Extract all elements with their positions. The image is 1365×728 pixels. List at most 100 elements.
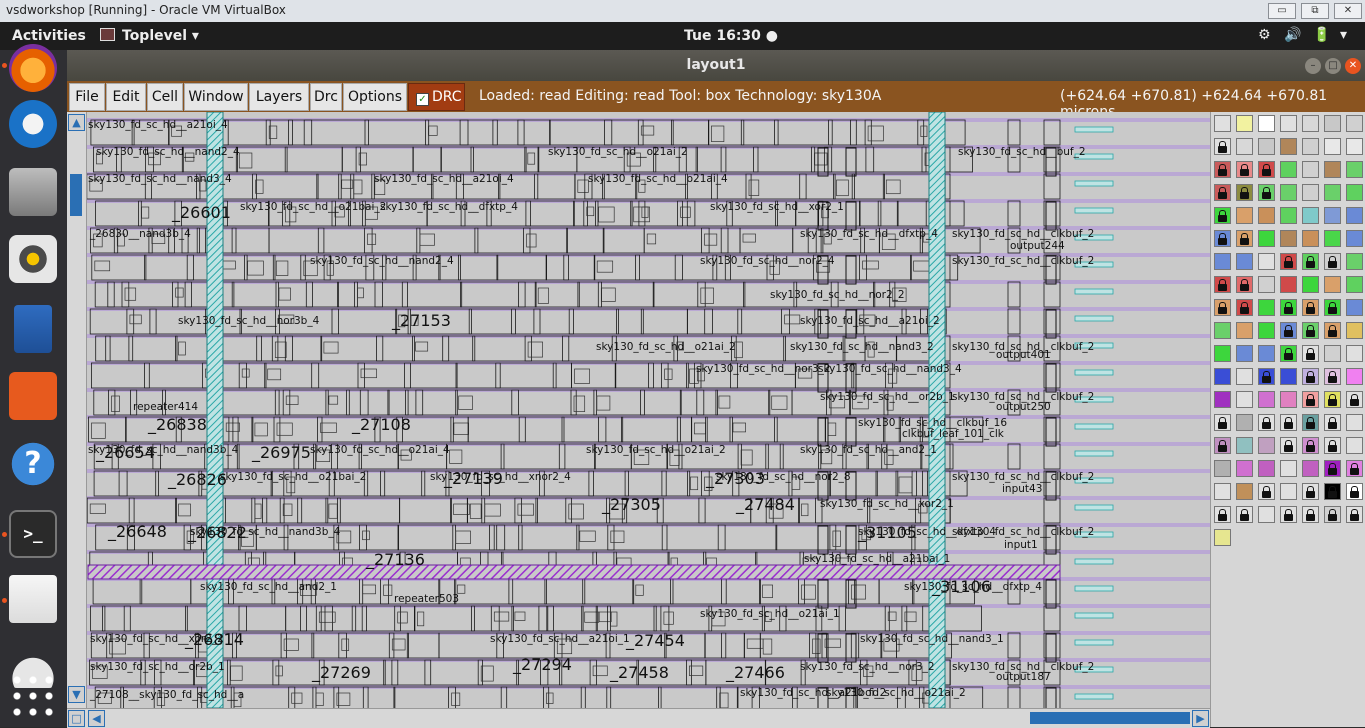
- layer-swatch-locked[interactable]: [1302, 345, 1319, 362]
- layer-swatch-locked[interactable]: [1214, 276, 1231, 293]
- layer-swatch-locked[interactable]: [1280, 506, 1297, 523]
- layer-swatch[interactable]: [1324, 161, 1341, 178]
- layer-swatch[interactable]: [1280, 230, 1297, 247]
- writer-icon[interactable]: [14, 305, 52, 353]
- layer-swatch[interactable]: [1214, 345, 1231, 362]
- layer-swatch-locked[interactable]: [1236, 184, 1253, 201]
- layer-swatch-locked[interactable]: [1302, 299, 1319, 316]
- layer-swatch[interactable]: [1280, 207, 1297, 224]
- layer-swatch[interactable]: [1324, 276, 1341, 293]
- layer-swatch[interactable]: [1346, 299, 1363, 316]
- layer-swatch[interactable]: [1346, 322, 1363, 339]
- layer-swatch[interactable]: [1324, 207, 1341, 224]
- layer-swatch[interactable]: [1214, 368, 1231, 385]
- layer-swatch[interactable]: [1324, 230, 1341, 247]
- thunderbird-icon[interactable]: [9, 100, 57, 148]
- layer-swatch-locked[interactable]: [1236, 161, 1253, 178]
- horizontal-scrollbar[interactable]: □ ◀ ▶: [67, 708, 1210, 728]
- system-menu-arrow-icon[interactable]: ▾: [1340, 27, 1347, 43]
- layer-swatch-locked[interactable]: [1214, 230, 1231, 247]
- horizontal-scroll-thumb[interactable]: [1030, 712, 1190, 724]
- help-icon[interactable]: ?: [9, 440, 57, 488]
- layer-swatch-locked[interactable]: [1302, 483, 1319, 500]
- layer-swatch[interactable]: [1236, 483, 1253, 500]
- layer-swatch-locked[interactable]: [1302, 253, 1319, 270]
- layer-swatch[interactable]: [1258, 506, 1275, 523]
- layer-swatch-locked[interactable]: [1346, 460, 1363, 477]
- layer-swatch[interactable]: [1302, 184, 1319, 201]
- layer-swatch-locked[interactable]: [1280, 345, 1297, 362]
- layer-swatch-locked[interactable]: [1258, 161, 1275, 178]
- battery-icon[interactable]: 🔋: [1313, 27, 1330, 43]
- layer-swatch-locked[interactable]: [1214, 207, 1231, 224]
- layer-swatch[interactable]: [1258, 437, 1275, 454]
- layer-swatch-locked[interactable]: [1324, 506, 1341, 523]
- layer-swatch[interactable]: [1346, 276, 1363, 293]
- files-icon[interactable]: [9, 168, 57, 216]
- layer-swatch[interactable]: [1346, 253, 1363, 270]
- layer-swatch[interactable]: [1346, 345, 1363, 362]
- layer-swatch[interactable]: [1214, 529, 1231, 546]
- layout-drawing[interactable]: sky130_fd_sc_hd__a21oi_4 sky130_fd_sc_hd_…: [67, 112, 1210, 708]
- layer-swatch-locked[interactable]: [1346, 506, 1363, 523]
- layer-swatch-locked[interactable]: [1280, 253, 1297, 270]
- layer-swatch-locked[interactable]: [1324, 460, 1341, 477]
- layer-swatch[interactable]: [1302, 161, 1319, 178]
- layer-swatch-locked[interactable]: [1324, 368, 1341, 385]
- layer-swatch-locked[interactable]: [1302, 368, 1319, 385]
- layer-swatch-locked[interactable]: [1324, 414, 1341, 431]
- layer-swatch-locked[interactable]: [1258, 368, 1275, 385]
- host-restore-button[interactable]: ⧉: [1301, 3, 1329, 19]
- menu-file[interactable]: File: [69, 83, 105, 111]
- layer-swatch-locked[interactable]: [1214, 161, 1231, 178]
- layer-swatch[interactable]: [1346, 138, 1363, 155]
- layer-swatch-locked[interactable]: [1214, 184, 1231, 201]
- layer-swatch[interactable]: [1236, 138, 1253, 155]
- window-close-button[interactable]: ✕: [1345, 58, 1361, 74]
- layer-swatch-locked[interactable]: [1280, 322, 1297, 339]
- layer-swatch[interactable]: [1346, 161, 1363, 178]
- layer-swatch[interactable]: [1302, 138, 1319, 155]
- layer-swatch[interactable]: [1236, 391, 1253, 408]
- layer-swatch-locked[interactable]: [1302, 391, 1319, 408]
- vertical-scrollbar[interactable]: ▲ ▼: [67, 112, 87, 708]
- layer-swatch[interactable]: [1302, 460, 1319, 477]
- layer-swatch[interactable]: [1214, 322, 1231, 339]
- layer-swatch-locked[interactable]: [1214, 437, 1231, 454]
- layer-swatch[interactable]: [1280, 460, 1297, 477]
- layer-swatch[interactable]: [1236, 322, 1253, 339]
- layer-swatch[interactable]: [1280, 276, 1297, 293]
- layer-swatch[interactable]: [1302, 207, 1319, 224]
- layer-swatch[interactable]: [1346, 115, 1363, 132]
- layer-swatch-locked[interactable]: [1346, 483, 1363, 500]
- window-minimize-button[interactable]: –: [1305, 58, 1321, 74]
- layer-swatch-locked[interactable]: [1236, 506, 1253, 523]
- layer-swatch[interactable]: [1236, 437, 1253, 454]
- layer-swatch[interactable]: [1214, 115, 1231, 132]
- layer-swatch-locked[interactable]: [1214, 138, 1231, 155]
- layer-swatch-locked[interactable]: [1302, 322, 1319, 339]
- layer-swatch[interactable]: [1258, 299, 1275, 316]
- layer-swatch-locked[interactable]: [1236, 230, 1253, 247]
- software-icon[interactable]: [9, 372, 57, 420]
- terminal-icon[interactable]: >_: [9, 510, 57, 558]
- layer-swatch[interactable]: [1280, 368, 1297, 385]
- layer-swatch[interactable]: [1324, 345, 1341, 362]
- layer-swatch[interactable]: [1214, 391, 1231, 408]
- layer-swatch[interactable]: [1258, 276, 1275, 293]
- layer-swatch[interactable]: [1302, 230, 1319, 247]
- layer-swatch[interactable]: [1346, 207, 1363, 224]
- layer-swatch[interactable]: [1258, 138, 1275, 155]
- layer-swatch[interactable]: [1258, 115, 1275, 132]
- layer-swatch[interactable]: [1214, 483, 1231, 500]
- layer-swatch[interactable]: [1346, 437, 1363, 454]
- layer-swatch-locked[interactable]: [1302, 414, 1319, 431]
- menu-window[interactable]: Window: [184, 83, 248, 111]
- clock[interactable]: Tue 16:30 ●: [684, 28, 778, 44]
- layer-swatch-locked[interactable]: [1258, 184, 1275, 201]
- drc-toggle[interactable]: ✓ DRC: [408, 83, 465, 111]
- layer-swatch[interactable]: [1258, 230, 1275, 247]
- layer-swatch[interactable]: [1258, 207, 1275, 224]
- scroll-down-icon[interactable]: ▼: [68, 686, 85, 703]
- layer-swatch[interactable]: [1280, 391, 1297, 408]
